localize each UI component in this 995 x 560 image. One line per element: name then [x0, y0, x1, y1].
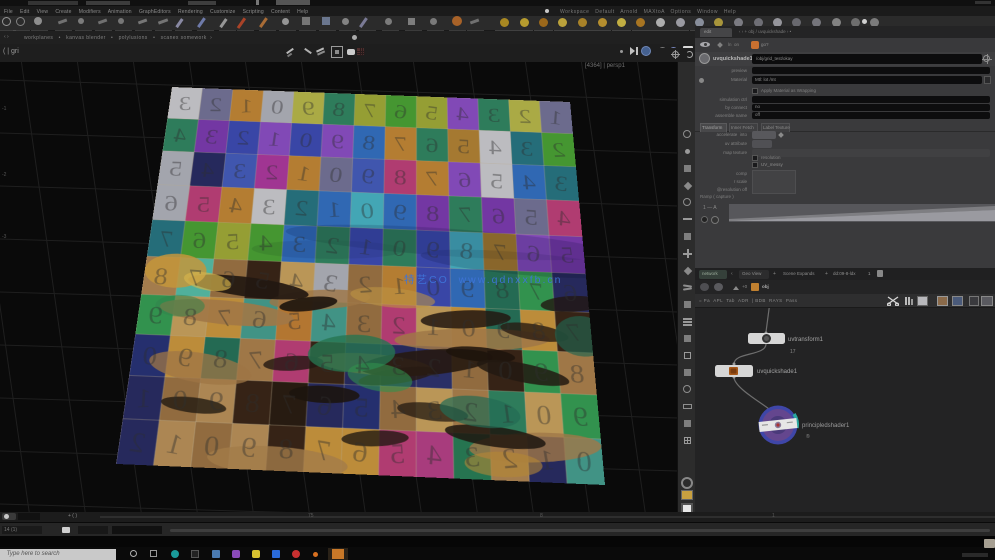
- svg-text:5: 5: [196, 192, 211, 217]
- svg-text:2: 2: [462, 395, 479, 428]
- svg-text:1: 1: [240, 94, 253, 117]
- svg-text:9: 9: [496, 314, 511, 344]
- svg-text:1: 1: [327, 196, 342, 222]
- svg-text:1: 1: [136, 382, 152, 413]
- svg-text:8: 8: [393, 165, 407, 190]
- svg-text:9: 9: [240, 430, 258, 463]
- svg-text:5: 5: [389, 437, 406, 470]
- svg-text:3: 3: [389, 351, 407, 382]
- svg-text:uvtransform1: uvtransform1: [788, 337, 824, 343]
- svg-text:9: 9: [209, 385, 225, 417]
- svg-text:6: 6: [351, 435, 369, 469]
- svg-text:17: 17: [790, 349, 796, 355]
- svg-text:9: 9: [331, 130, 344, 153]
- svg-text:3: 3: [293, 231, 307, 257]
- svg-text:6: 6: [426, 133, 439, 157]
- svg-text:4: 4: [557, 205, 572, 232]
- svg-text:6: 6: [164, 190, 178, 216]
- svg-text:4: 4: [521, 170, 537, 195]
- svg-text:3: 3: [520, 136, 533, 160]
- svg-text:5: 5: [353, 391, 369, 423]
- svg-text:8: 8: [458, 237, 474, 265]
- svg-text:7: 7: [363, 99, 377, 122]
- svg-text:8: 8: [278, 432, 294, 465]
- svg-text:7: 7: [248, 345, 265, 376]
- svg-text:3: 3: [179, 92, 192, 115]
- svg-text:1: 1: [549, 105, 563, 129]
- svg-text:1: 1: [462, 353, 478, 384]
- svg-text:8: 8: [426, 200, 440, 226]
- svg-text:6: 6: [193, 227, 207, 254]
- svg-text:5: 5: [457, 134, 470, 158]
- svg-text:0: 0: [461, 313, 477, 342]
- svg-text:2: 2: [357, 270, 374, 298]
- svg-text:0: 0: [203, 429, 221, 462]
- svg-text:7: 7: [425, 166, 440, 191]
- svg-text:4: 4: [259, 230, 273, 256]
- svg-text:3: 3: [233, 159, 246, 183]
- svg-text:0: 0: [172, 384, 188, 415]
- svg-text:4: 4: [426, 438, 443, 472]
- svg-text:0: 0: [142, 341, 158, 371]
- svg-text:9: 9: [301, 96, 316, 119]
- svg-text:9: 9: [148, 301, 163, 330]
- svg-text:2: 2: [392, 310, 406, 339]
- svg-text:uvquickshade1: uvquickshade1: [757, 369, 798, 375]
- svg-text:5: 5: [524, 204, 538, 230]
- svg-text:7: 7: [493, 238, 507, 265]
- svg-text:8: 8: [530, 316, 547, 345]
- svg-text:3: 3: [554, 170, 569, 196]
- svg-text:7: 7: [458, 202, 474, 228]
- svg-text:3: 3: [262, 194, 276, 219]
- svg-text:principledshader1: principledshader1: [802, 423, 850, 429]
- svg-text:2: 2: [209, 93, 223, 115]
- svg-text:4: 4: [355, 349, 371, 380]
- svg-text:5: 5: [490, 168, 504, 193]
- svg-text:9: 9: [532, 357, 550, 387]
- svg-text:9: 9: [425, 236, 441, 263]
- svg-text:2: 2: [518, 105, 533, 128]
- svg-text:0: 0: [576, 445, 593, 479]
- svg-text:4: 4: [320, 307, 337, 337]
- svg-text:7: 7: [217, 303, 232, 332]
- svg-text:8: 8: [568, 358, 585, 389]
- svg-text:6: 6: [283, 346, 299, 376]
- svg-text:3: 3: [356, 309, 371, 338]
- svg-text:2: 2: [236, 126, 251, 150]
- svg-text:5: 5: [286, 306, 302, 335]
- svg-text:6: 6: [527, 240, 541, 267]
- svg-text:7: 7: [394, 132, 407, 156]
- svg-text:7: 7: [280, 388, 297, 420]
- svg-text:5: 5: [226, 228, 240, 255]
- svg-text:1: 1: [426, 312, 441, 342]
- svg-text:5: 5: [320, 348, 335, 378]
- svg-text:6: 6: [220, 265, 237, 293]
- svg-text:®: ®: [806, 433, 810, 440]
- svg-text:4: 4: [390, 393, 407, 424]
- svg-text:4: 4: [455, 102, 470, 126]
- svg-text:4: 4: [489, 135, 502, 159]
- svg-text:0: 0: [535, 399, 553, 430]
- svg-text:0: 0: [498, 355, 513, 386]
- svg-text:3: 3: [487, 104, 502, 127]
- svg-text:2: 2: [265, 160, 279, 184]
- svg-text:8: 8: [244, 387, 261, 419]
